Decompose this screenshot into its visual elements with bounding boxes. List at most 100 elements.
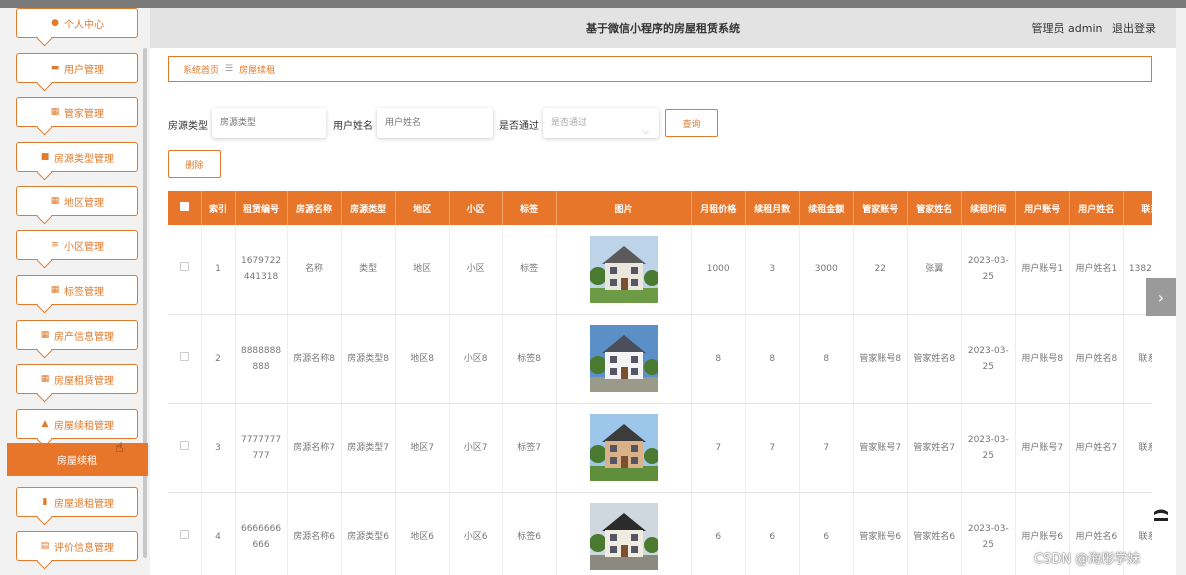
cell-idx: 3 xyxy=(201,403,236,493)
sidebar-item-label: 个人中心 xyxy=(64,19,104,31)
image-cell xyxy=(556,314,692,404)
cell-time: 2023-03-25 xyxy=(961,225,1016,315)
cell-type: 房源类型6 xyxy=(341,492,396,575)
sidebar-item-7[interactable]: ▦ 标签管理 xyxy=(16,275,138,314)
column-header: 房源类型 xyxy=(341,191,396,225)
cell-time: 2023-03-25 xyxy=(961,492,1016,575)
cell-tag: 标签7 xyxy=(502,403,557,493)
pass-label: 是否通过 xyxy=(499,121,539,132)
cell-name: 名称 xyxy=(287,225,342,315)
sidebar-item-1[interactable]: ● 个人中心 xyxy=(16,8,138,47)
cell-amount: 3000 xyxy=(799,225,854,315)
top-header: 基于微信小程序的房屋租赁系统 管理员 admin 退出登录 xyxy=(150,8,1176,48)
clipboard-icon: ▮ xyxy=(42,496,48,507)
cell-tag: 标签8 xyxy=(502,314,557,404)
sidebar-item-label: 房屋租赁管理 xyxy=(54,375,114,387)
column-header: 月租价格 xyxy=(691,191,746,225)
sidebar-item-6[interactable]: ≡ 小区管理 xyxy=(16,230,138,269)
column-header: 管家姓名 xyxy=(907,191,962,225)
cell-area: 地区 xyxy=(395,225,450,315)
cell-name: 房源名称6 xyxy=(287,492,342,575)
select-all-checkbox[interactable] xyxy=(168,191,202,225)
delete-button[interactable]: 删除 xyxy=(168,150,221,178)
column-header: 联系 xyxy=(1123,191,1152,225)
sidebar-item-12[interactable]: ▤ 评价信息管理 xyxy=(16,531,138,570)
chat-icon: ▬ xyxy=(50,62,60,73)
row-checkbox[interactable] xyxy=(168,492,202,575)
column-header: 地区 xyxy=(395,191,450,225)
cell-type: 类型 xyxy=(341,225,396,315)
column-header: 用户姓名 xyxy=(1069,191,1124,225)
cell-idx: 1 xyxy=(201,225,236,315)
sidebar-item-label: 小区管理 xyxy=(64,241,104,253)
grid-icon: ▦ xyxy=(50,106,60,117)
cell-months: 8 xyxy=(745,314,800,404)
sidebar-subitem-label: 房屋续租 xyxy=(57,456,97,467)
cell-no: 8888888888 xyxy=(235,314,288,404)
cell-months: 6 xyxy=(745,492,800,575)
name-label: 用户姓名 xyxy=(333,121,373,132)
query-button[interactable]: 查询 xyxy=(665,109,718,137)
search-bar: 房源类型 用户姓名 是否通过 是否通过 ⌵ 查询 xyxy=(168,108,768,138)
row-checkbox[interactable] xyxy=(168,314,202,404)
table-row[interactable]: 3 7777777777 房源名称7 房源类型7 地区7 小区7 标签7 7 7 7 管家账号7 管… xyxy=(168,403,1152,493)
sidebar-item-3[interactable]: ▦ 管家管理 xyxy=(16,97,138,136)
grid-icon: ▦ xyxy=(50,195,60,206)
cell-price: 7 xyxy=(691,403,746,493)
breadcrumb-home[interactable]: 系统首页 xyxy=(183,63,219,76)
cell-user_acc: 用户账号1 xyxy=(1015,225,1070,315)
cell-time: 2023-03-25 xyxy=(961,314,1016,404)
sidebar-item-9[interactable]: ▦ 房屋租赁管理 xyxy=(16,364,138,403)
sidebar-scrollbar[interactable] xyxy=(143,48,147,558)
row-checkbox[interactable] xyxy=(168,403,202,493)
sidebar-item-2[interactable]: ▬ 用户管理 xyxy=(16,53,138,92)
admin-label: 管理员 admin xyxy=(1031,22,1103,35)
thumb-icon: ▲ xyxy=(41,418,49,429)
sidebar-item-10[interactable]: ▲ 房屋续租管理 xyxy=(16,409,138,448)
cell-name: 房源名称8 xyxy=(287,314,342,404)
column-header: 用户账号 xyxy=(1015,191,1070,225)
cell-user_name: 用户姓名8 xyxy=(1069,314,1124,404)
cell-tag: 标签 xyxy=(502,225,557,315)
cell-steward_name: 管家姓名8 xyxy=(907,314,962,404)
sidebar-item-label: 房产信息管理 xyxy=(54,331,114,343)
table-row[interactable]: 4 6666666666 房源名称6 房源类型6 地区6 小区6 标签6 6 6 6 管家账号6 管… xyxy=(168,492,1152,575)
cell-steward_acc: 管家账号8 xyxy=(853,314,908,404)
sidebar-item-11[interactable]: ▮ 房屋退租管理 xyxy=(16,487,138,526)
breadcrumb-current: 房屋续租 xyxy=(239,65,276,76)
column-header: 索引 xyxy=(201,191,236,225)
sidebar-item-5[interactable]: ▦ 地区管理 xyxy=(16,186,138,225)
chevron-right-icon[interactable]: › xyxy=(1146,278,1176,316)
column-header: 标签 xyxy=(502,191,557,225)
sidebar-item-label: 房源类型管理 xyxy=(54,153,114,165)
breadcrumb: 系统首页 ☰ 房屋续租 xyxy=(168,56,1152,82)
chevron-down-icon: ⌵ xyxy=(642,127,649,137)
cell-area: 地区6 xyxy=(395,492,450,575)
type-input[interactable] xyxy=(212,108,326,138)
row-checkbox[interactable] xyxy=(168,225,202,315)
cell-price: 1000 xyxy=(691,225,746,315)
logout-link[interactable]: 退出登录 xyxy=(1112,22,1156,35)
cell-steward_acc: 管家账号7 xyxy=(853,403,908,493)
cell-months: 3 xyxy=(745,225,800,315)
cell-area: 地区8 xyxy=(395,314,450,404)
image-cell xyxy=(556,403,692,493)
cell-steward_acc: 22 xyxy=(853,225,908,315)
pass-select[interactable]: 是否通过 ⌵ xyxy=(543,108,659,138)
cell-tag: 标签6 xyxy=(502,492,557,575)
sidebar-item-4[interactable]: ■ 房源类型管理 xyxy=(16,142,138,181)
cell-user_name: 用户姓名7 xyxy=(1069,403,1124,493)
table-row[interactable]: 1 1679722441318 名称 类型 地区 小区 标签 1000 3 3000 22 张翼 20… xyxy=(168,225,1152,315)
column-header: 房源名称 xyxy=(287,191,342,225)
cell-type: 房源类型7 xyxy=(341,403,396,493)
grid-icon: ▦ xyxy=(40,329,50,340)
table-row[interactable]: 2 8888888888 房源名称8 房源类型8 地区8 小区8 标签8 8 8 8 管家账号8 管… xyxy=(168,314,1152,404)
sidebar-item-8[interactable]: ▦ 房产信息管理 xyxy=(16,320,138,359)
name-input[interactable] xyxy=(377,108,493,138)
page-scrollbar[interactable] xyxy=(1176,8,1186,575)
grid-icon: ▦ xyxy=(40,373,50,384)
cell-name: 房源名称7 xyxy=(287,403,342,493)
column-header: 续租时间 xyxy=(961,191,1016,225)
cell-community: 小区 xyxy=(449,225,503,315)
type-label: 房源类型 xyxy=(168,121,208,132)
